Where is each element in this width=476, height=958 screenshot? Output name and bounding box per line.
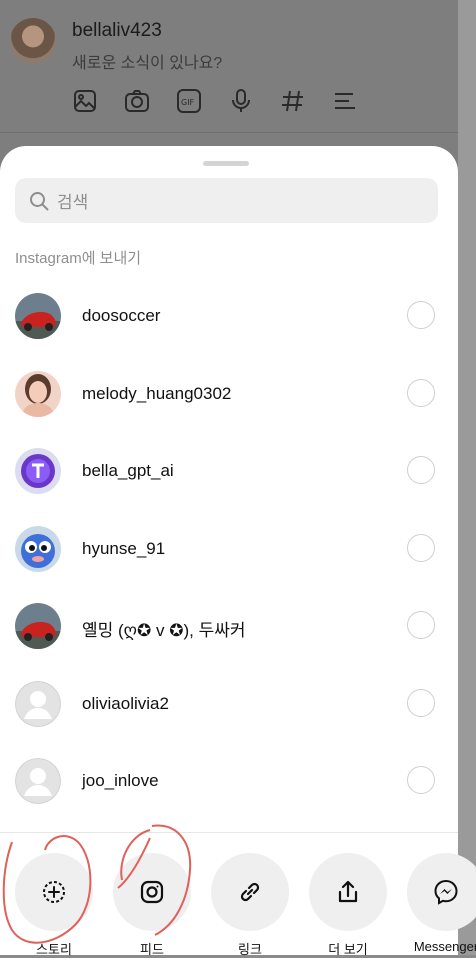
action-circle bbox=[407, 853, 476, 931]
avatar bbox=[15, 370, 61, 417]
instagram-icon bbox=[140, 880, 164, 904]
section-label: Instagram에 보내기 bbox=[15, 250, 142, 267]
share-sheet: 검색 Instagram에 보내기 doosoccer melody_huang… bbox=[0, 146, 458, 955]
select-radio[interactable] bbox=[407, 456, 435, 484]
avatar bbox=[15, 293, 61, 339]
recipient-username: melody_huang0302 bbox=[82, 383, 232, 403]
list-item[interactable]: hyunse_91 bbox=[0, 511, 458, 589]
add-story-icon bbox=[43, 881, 65, 903]
scroll-edge bbox=[458, 0, 476, 955]
messenger-button[interactable]: Messenger bbox=[407, 853, 476, 954]
list-item[interactable]: doosoccer bbox=[0, 278, 458, 356]
mic-icon bbox=[228, 88, 254, 114]
select-radio[interactable] bbox=[407, 533, 435, 562]
list-item[interactable]: 옐밍 (ღ✪ v ✪), 두싸커 bbox=[0, 588, 458, 666]
list-item[interactable]: joo_inlove bbox=[0, 743, 458, 821]
action-label: 더 보기 bbox=[328, 942, 368, 957]
avatar bbox=[15, 525, 61, 572]
feed-button[interactable]: 피드 bbox=[113, 853, 191, 958]
divider bbox=[0, 132, 458, 133]
action-circle bbox=[211, 853, 289, 931]
search-placeholder: 검색 bbox=[57, 193, 89, 212]
default-avatar-icon bbox=[15, 680, 61, 727]
action-label: 피드 bbox=[140, 942, 164, 957]
recipient-username: bella_gpt_ai bbox=[82, 461, 174, 480]
list-item[interactable]: oliviaolivia2 bbox=[0, 666, 458, 744]
composer-username: bellaliv423 bbox=[72, 20, 162, 41]
action-label: Messenger bbox=[413, 939, 476, 954]
link-button[interactable]: 링크 bbox=[211, 853, 289, 958]
list-icon bbox=[332, 88, 358, 114]
divider bbox=[0, 832, 458, 833]
action-label: 스토리 bbox=[36, 942, 72, 957]
share-actions: 스토리 피드 링크 더 보기 Messenger bbox=[0, 853, 476, 957]
story-button[interactable]: 스토리 bbox=[15, 853, 93, 958]
action-label: 링크 bbox=[238, 942, 262, 957]
select-radio[interactable] bbox=[407, 688, 435, 717]
action-circle bbox=[15, 853, 93, 931]
select-radio[interactable] bbox=[407, 301, 435, 329]
action-circle bbox=[113, 853, 191, 931]
gallery-icon bbox=[72, 88, 98, 114]
composer-prompt: 새로운 소식이 있나요? bbox=[72, 55, 223, 72]
search-input[interactable]: 검색 bbox=[15, 178, 438, 223]
recipient-username: hyunse_91 bbox=[82, 538, 166, 558]
messenger-icon bbox=[434, 879, 458, 905]
action-circle bbox=[309, 853, 387, 931]
avatar bbox=[15, 603, 61, 649]
avatar bbox=[15, 448, 61, 494]
avatar bbox=[10, 18, 56, 64]
list-item[interactable]: bella_gpt_ai bbox=[0, 433, 458, 511]
recipient-username: 옐밍 (ღ✪ v ✪), 두싸커 bbox=[82, 621, 246, 640]
recipient-list: doosoccer melody_huang0302 bella_gpt_ai … bbox=[0, 278, 458, 821]
select-radio[interactable] bbox=[407, 611, 435, 639]
share-icon bbox=[338, 880, 358, 903]
link-icon bbox=[240, 882, 260, 902]
select-radio[interactable] bbox=[407, 766, 435, 794]
camera-icon bbox=[124, 88, 150, 114]
recipient-username: joo_inlove bbox=[82, 771, 159, 790]
gif-icon: GIF bbox=[176, 88, 202, 114]
more-button[interactable]: 더 보기 bbox=[309, 853, 387, 958]
sheet-grabber[interactable] bbox=[203, 161, 249, 166]
default-avatar-icon bbox=[15, 758, 61, 804]
search-icon bbox=[30, 191, 49, 210]
composer-toolbar: GIF bbox=[72, 88, 358, 114]
recipient-username: doosoccer bbox=[82, 306, 161, 325]
list-item[interactable]: melody_huang0302 bbox=[0, 356, 458, 434]
svg-text:GIF: GIF bbox=[181, 98, 195, 107]
hashtag-icon bbox=[280, 88, 306, 114]
recipient-username: oliviaolivia2 bbox=[82, 693, 169, 713]
select-radio[interactable] bbox=[407, 378, 435, 407]
